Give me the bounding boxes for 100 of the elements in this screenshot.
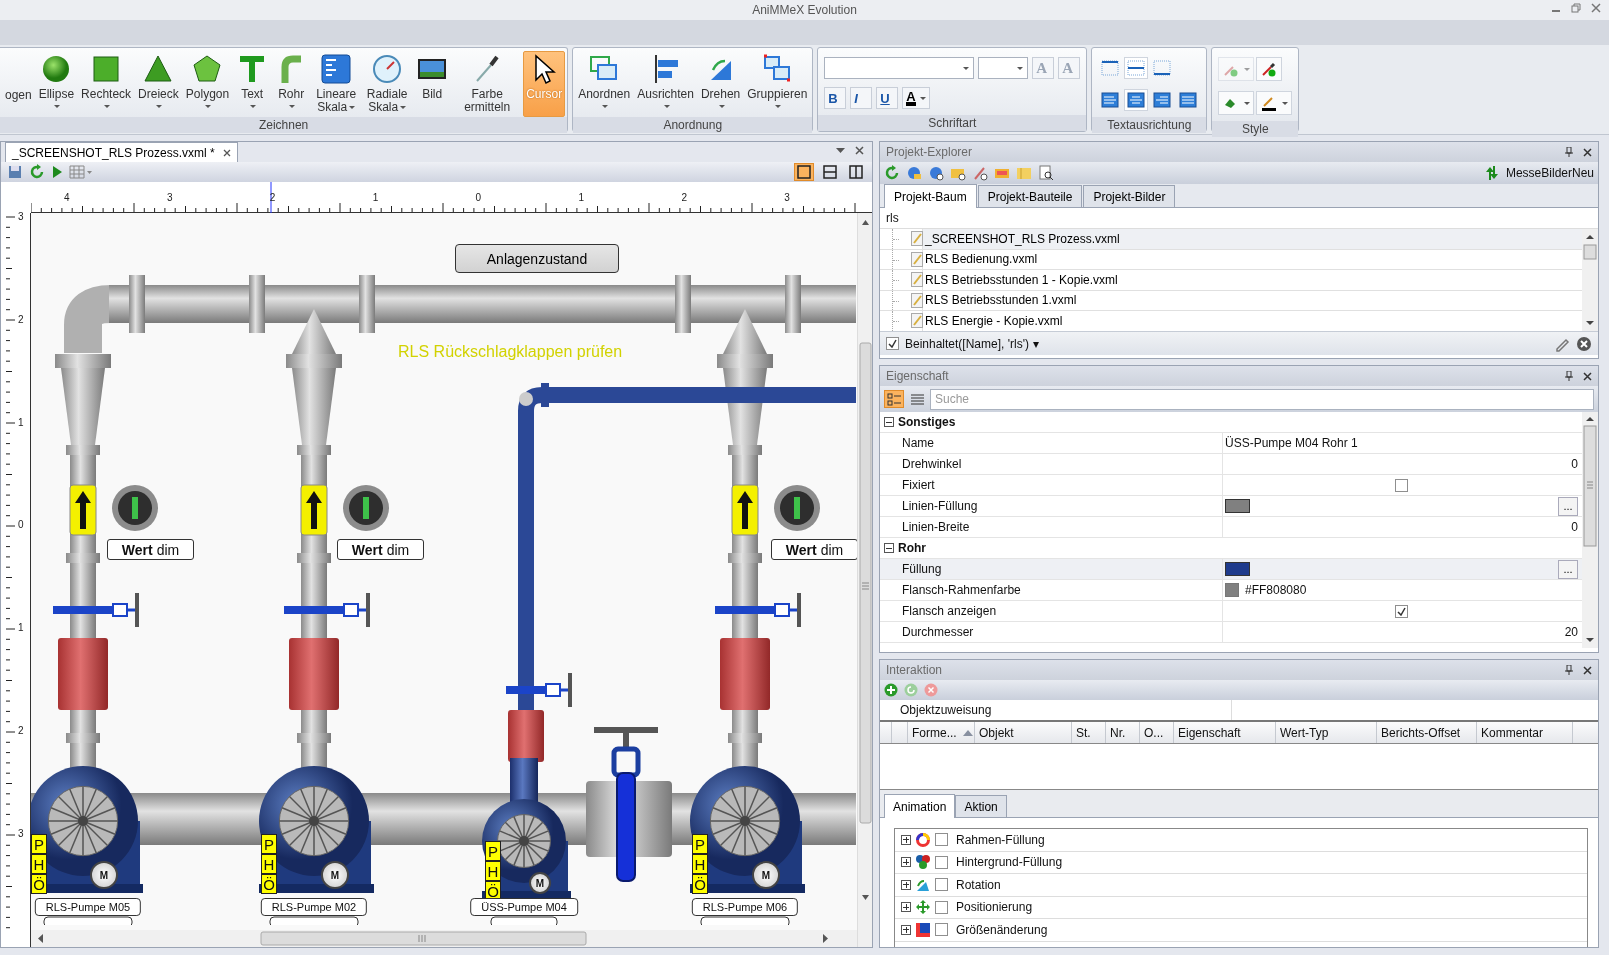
split-horizontal-button[interactable]	[820, 163, 840, 181]
tool-button[interactable]: Rohr	[272, 51, 311, 117]
document-search-icon[interactable]	[1038, 165, 1054, 181]
italic-button[interactable]: I	[850, 87, 873, 109]
status-button[interactable]: Anlagenzustand	[455, 244, 619, 273]
tool-button[interactable]: ogen	[2, 51, 35, 117]
play-icon[interactable]	[51, 165, 63, 179]
expand-toggle[interactable]	[901, 879, 911, 890]
checkbox[interactable]	[1395, 478, 1408, 492]
bold-button[interactable]: B	[824, 87, 847, 109]
tool-button[interactable]: Drehen	[697, 51, 744, 117]
checkbox[interactable]	[1395, 604, 1408, 618]
tool-button[interactable]: Text	[233, 51, 272, 117]
tool-button[interactable]: Rechteck	[78, 51, 135, 117]
column-header[interactable]: O...	[1140, 722, 1174, 743]
tab[interactable]: Projekt-Bilder	[1083, 185, 1176, 207]
column-header[interactable]: Nr.	[1106, 722, 1140, 743]
expand-toggle[interactable]	[901, 924, 911, 935]
checkbox[interactable]	[886, 337, 899, 350]
property-name: Linien-Füllung	[880, 496, 1223, 516]
tab[interactable]: Aktion	[955, 795, 1007, 817]
color-balls-icon	[915, 854, 931, 871]
close-icon[interactable]	[855, 146, 864, 155]
file-item[interactable]: _SCREENSHOT_RLS Prozess.vxml	[922, 229, 1582, 249]
collapse-toggle[interactable]	[884, 417, 894, 427]
eyedropper-add-button[interactable]	[1256, 57, 1283, 81]
close-icon[interactable]	[1583, 147, 1592, 157]
tool-button[interactable]: Radiale Skala	[362, 51, 413, 117]
document-icon	[911, 272, 923, 287]
triangle-icon	[142, 53, 175, 85]
tool-button[interactable]: Lineare Skala	[311, 51, 362, 117]
tool-button[interactable]: Polygon	[182, 51, 233, 117]
column-header[interactable]: Eigenschaft	[1174, 722, 1276, 743]
tool-button[interactable]: Ausrichten	[634, 51, 697, 117]
search-field[interactable]: Suche	[930, 388, 1594, 410]
restore-icon[interactable]	[1571, 3, 1581, 13]
globe-add-icon[interactable]	[928, 165, 944, 181]
document-tab[interactable]: _SCREENSHOT_RLS Prozess.vxml *	[5, 142, 238, 162]
caret-icon	[718, 105, 725, 108]
underline-button[interactable]: U	[876, 87, 899, 109]
property-name: Flansch anzeigen	[880, 601, 1223, 621]
property-value: 0	[1571, 457, 1578, 471]
pin-icon[interactable]	[1565, 665, 1573, 675]
tool-button[interactable]: Bild	[413, 51, 452, 117]
add-icon[interactable]	[884, 683, 898, 697]
property-name: Drehwinkel	[880, 454, 1223, 474]
sync-arrows-icon[interactable]	[1483, 165, 1500, 181]
categorized-view-button[interactable]	[884, 390, 904, 408]
align-middle-icon[interactable]	[1124, 57, 1149, 79]
line-color-button[interactable]	[1256, 91, 1293, 115]
expand-toggle[interactable]	[901, 902, 911, 913]
expand-toggle[interactable]	[901, 834, 911, 845]
tab[interactable]: Animation	[884, 794, 956, 818]
browse-button[interactable]: ...	[1558, 559, 1578, 579]
save-icon[interactable]	[7, 164, 23, 180]
globe-folder-icon[interactable]	[906, 165, 922, 181]
checkbox[interactable]	[935, 855, 948, 869]
vertical-scrollbar[interactable]	[1582, 412, 1598, 648]
expand-toggle[interactable]	[901, 857, 911, 868]
fill-button[interactable]	[1218, 91, 1255, 115]
ruler-number: 2	[681, 192, 687, 203]
column-header[interactable]: Berichts-Offset	[1377, 722, 1477, 743]
tab[interactable]: Projekt-Bauteile	[977, 185, 1083, 207]
tool-button[interactable]: Anordnen	[575, 51, 634, 117]
checkbox[interactable]	[935, 878, 948, 892]
close-icon[interactable]	[222, 148, 231, 157]
pencil-add-icon[interactable]	[972, 165, 988, 181]
font-color-button[interactable]: A	[902, 87, 930, 109]
split-vertical-button[interactable]	[846, 163, 866, 181]
column-header[interactable]: Forme...	[908, 722, 975, 743]
tool-button[interactable]: Ellipse	[35, 51, 78, 117]
ruler-number: 0	[475, 192, 482, 203]
checkbox[interactable]	[935, 900, 948, 914]
tool-button[interactable]: Gruppieren	[744, 51, 811, 117]
single-view-button[interactable]	[794, 163, 814, 181]
indicator-letter: H	[261, 854, 277, 874]
tool-button[interactable]: Farbe ermitteln	[452, 51, 523, 117]
column-header[interactable]: Kommentar	[1477, 722, 1573, 743]
column-header[interactable]: Objekt	[975, 722, 1072, 743]
close-icon[interactable]	[1583, 665, 1592, 675]
dropdown-arrow[interactable]: ▾	[1032, 336, 1039, 351]
vertical-scrollbar[interactable]	[1582, 229, 1598, 331]
tab[interactable]: Projekt-Baum	[884, 184, 977, 208]
close-icon[interactable]	[1583, 371, 1592, 381]
pin-icon[interactable]	[1565, 147, 1573, 157]
column-header[interactable]: St.	[1072, 722, 1106, 743]
pin-icon[interactable]	[1565, 371, 1573, 381]
refresh-icon[interactable]	[29, 164, 45, 180]
collapse-toggle[interactable]	[884, 543, 894, 553]
refresh-icon[interactable]	[884, 165, 900, 181]
clear-icon[interactable]	[1576, 335, 1592, 352]
column-header[interactable]: Wert-Typ	[1276, 722, 1377, 743]
browse-button[interactable]: ...	[1558, 496, 1578, 516]
checkbox[interactable]	[935, 833, 948, 847]
align-center-icon[interactable]	[1124, 89, 1149, 111]
document-icon	[911, 251, 923, 267]
ruler-number: 3	[784, 192, 790, 203]
dropdown-icon[interactable]	[836, 146, 845, 154]
tool-button[interactable]: Dreieck	[135, 51, 182, 117]
checkbox[interactable]	[935, 923, 948, 937]
